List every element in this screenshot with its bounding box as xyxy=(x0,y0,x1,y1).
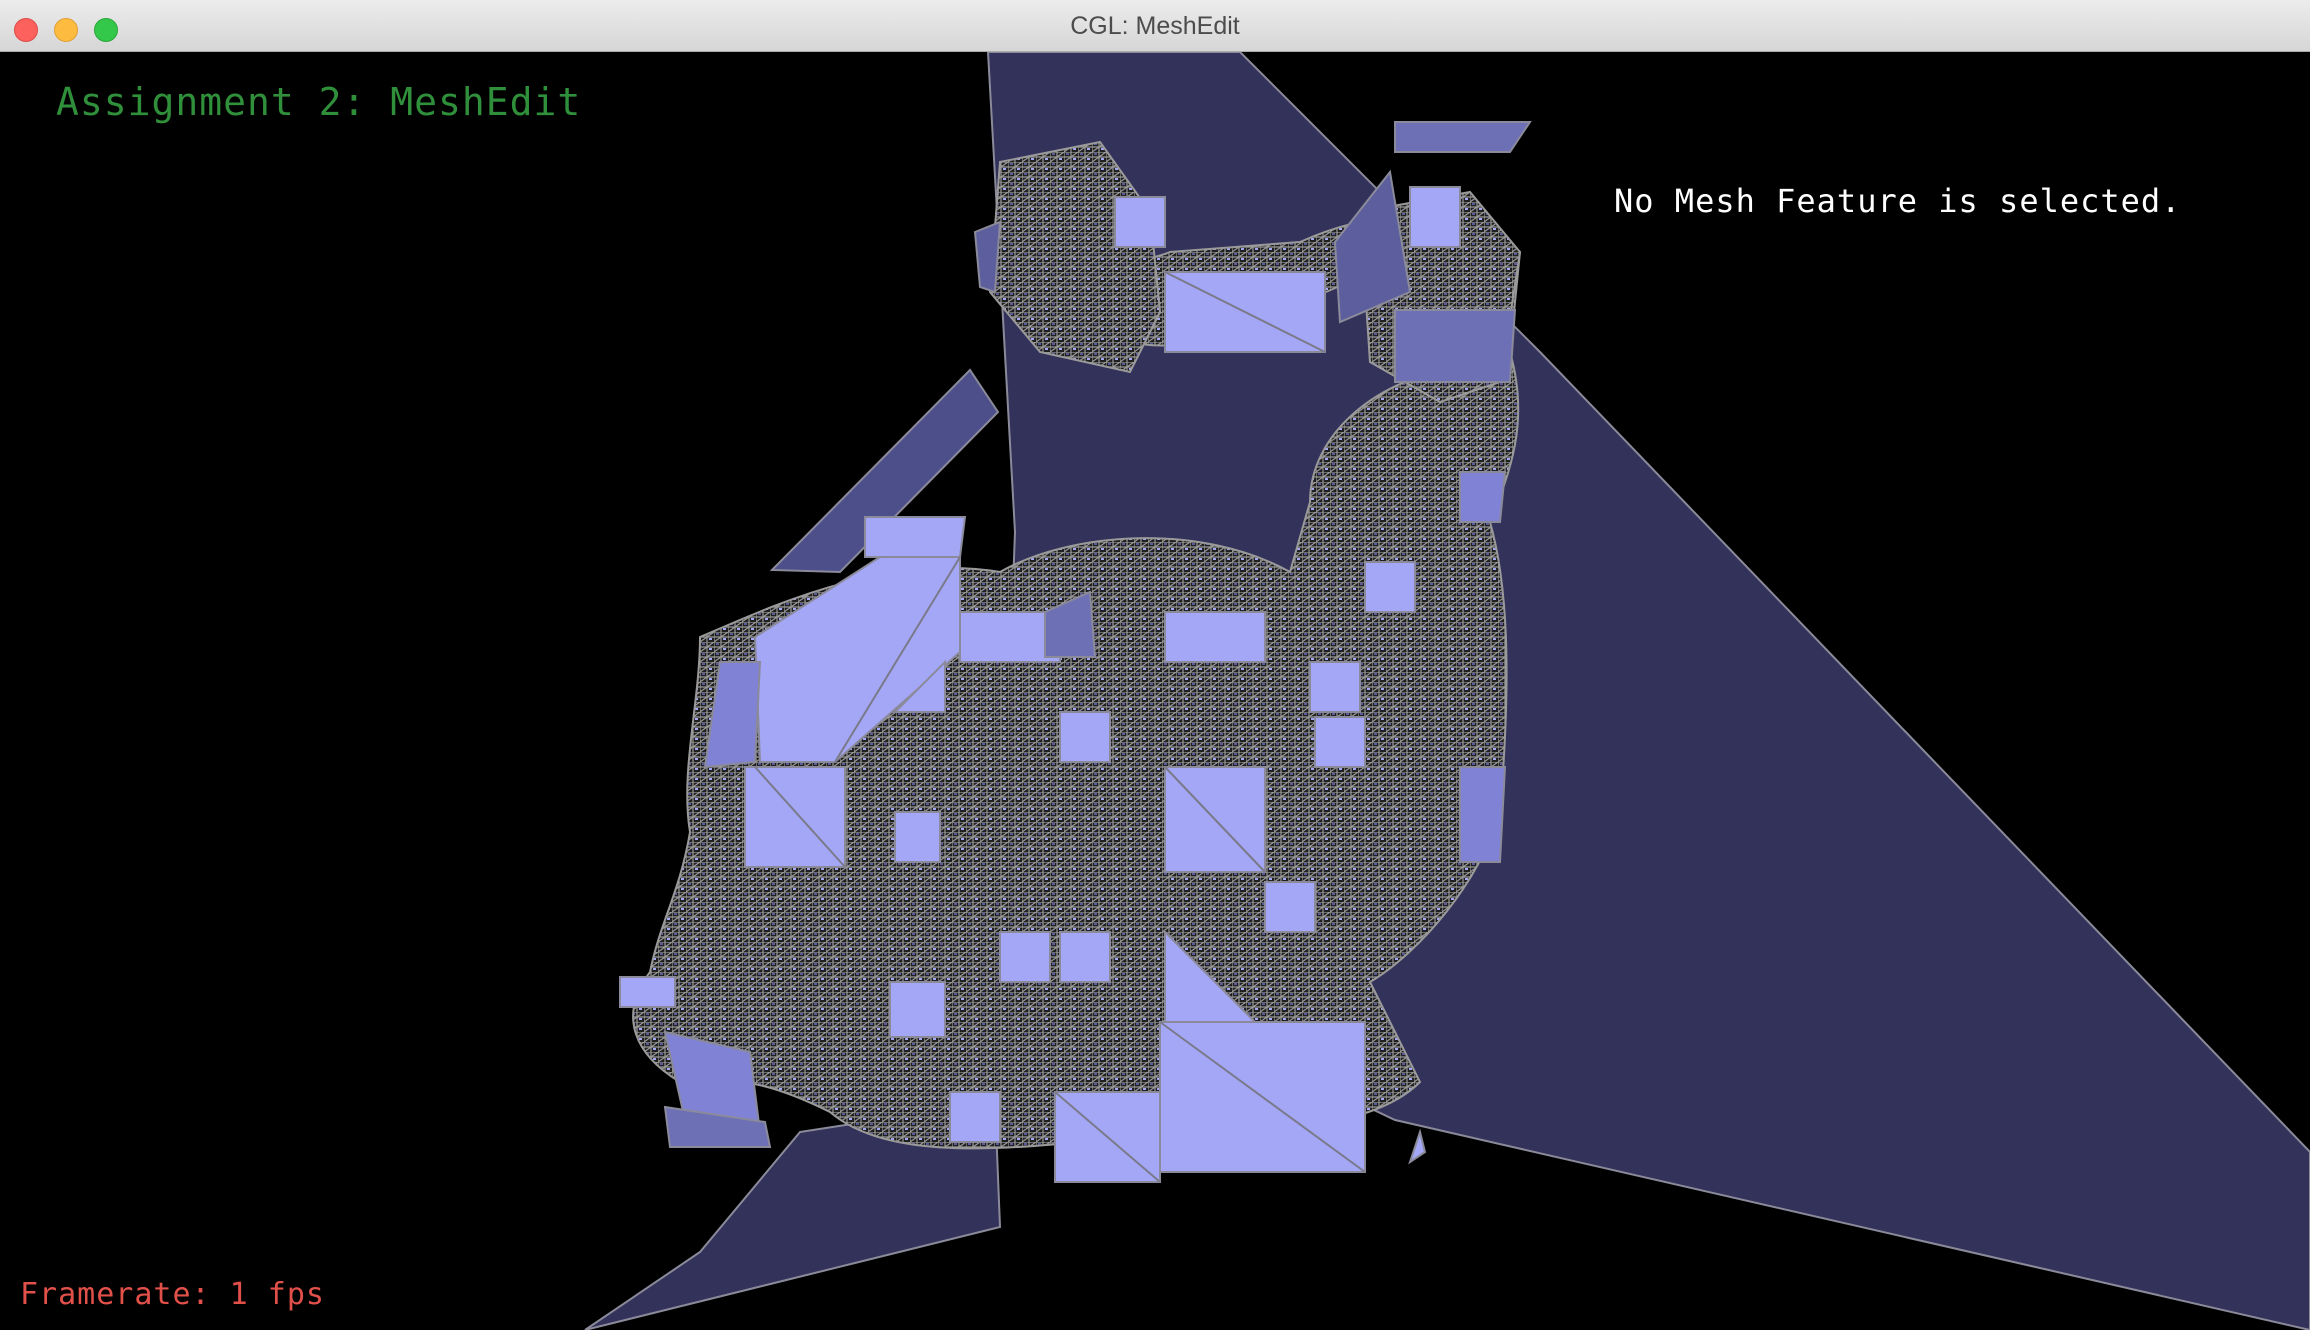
body-face-14 xyxy=(889,981,946,1038)
framerate-readout: Framerate: 1 fps xyxy=(20,1277,325,1312)
body-face-22 xyxy=(1264,881,1316,933)
body-face-7 xyxy=(1364,561,1416,613)
mesh-render xyxy=(584,52,2310,1330)
body-face-24 xyxy=(1459,471,1507,523)
meshedit-window: CGL: MeshEdit Assignment 2: MeshEdit No … xyxy=(0,0,2310,1330)
body-face-10 xyxy=(1459,766,1507,863)
selection-status: No Mesh Feature is selected. xyxy=(1614,182,2182,220)
body-face-9 xyxy=(1314,716,1366,768)
body-face-27 xyxy=(1059,931,1111,983)
body-face-13 xyxy=(999,931,1051,983)
body-face-20 xyxy=(619,976,676,1008)
ear-face-4 xyxy=(1409,186,1461,248)
body-face-6 xyxy=(1164,611,1266,663)
title-bar[interactable]: CGL: MeshEdit xyxy=(0,0,2310,52)
body-face-4 xyxy=(744,766,846,868)
body-face-23 xyxy=(1309,661,1361,713)
body-face-28 xyxy=(894,811,941,863)
body-face-26 xyxy=(1408,1128,1427,1165)
mesh-viewport[interactable]: Assignment 2: MeshEdit No Mesh Feature i… xyxy=(0,52,2310,1330)
ear-face-2 xyxy=(1394,309,1517,383)
body-face-18 xyxy=(949,1091,1001,1143)
body-face-2 xyxy=(864,516,967,558)
ear-face-7 xyxy=(973,220,1002,294)
ear-face-3 xyxy=(1394,121,1532,153)
ear-face-5 xyxy=(1114,196,1166,248)
assignment-title: Assignment 2: MeshEdit xyxy=(56,80,582,124)
body-face-12 xyxy=(1059,711,1111,763)
window-title: CGL: MeshEdit xyxy=(1070,12,1240,40)
